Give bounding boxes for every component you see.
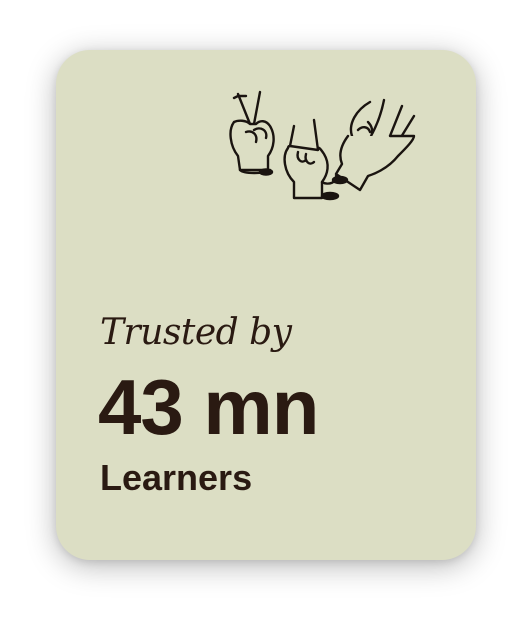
learner-count: 43 mn (98, 363, 319, 451)
tagline-text: Trusted by (100, 312, 292, 353)
trust-card: Trusted by 43 mn Learners (56, 50, 476, 560)
love-hand-icon (283, 118, 340, 201)
sign-language-hands-icon (224, 90, 424, 210)
ok-hand-icon (331, 98, 416, 192)
peace-hand-icon (229, 90, 275, 176)
learner-unit-label: Learners (100, 457, 253, 498)
